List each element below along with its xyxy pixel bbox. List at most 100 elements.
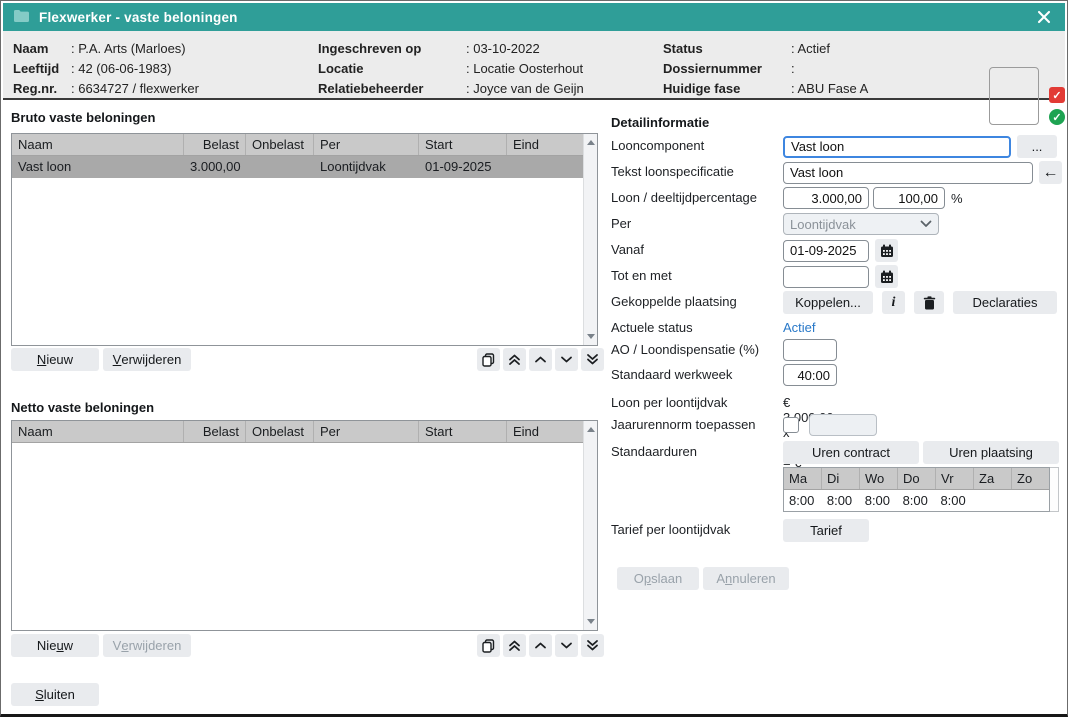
scroll-down-icon[interactable] xyxy=(587,619,595,624)
annuleren-button[interactable]: Annuleren xyxy=(703,567,789,590)
leeftijd-value: : 42 (06-06-1983) xyxy=(71,59,171,79)
hours-zo[interactable] xyxy=(1011,490,1049,511)
tot-en-met-label: Tot en met xyxy=(611,268,672,283)
per-select[interactable]: Loontijdvak xyxy=(783,213,939,235)
ao-loondispensatie-label: AO / Loondispensatie (%) xyxy=(611,342,759,357)
day-header-ma: Ma xyxy=(784,468,822,489)
netto-verwijderen-button[interactable]: Verwijderen xyxy=(103,634,191,657)
standaarduren-label: Standaarduren xyxy=(611,444,697,459)
info-column-person: Naam: P.A. Arts (Marloes) Leeftijd: 42 (… xyxy=(13,39,199,99)
uren-contract-button[interactable]: Uren contract xyxy=(783,441,919,464)
move-top-icon[interactable] xyxy=(503,634,526,657)
column-header-naam[interactable]: Naam xyxy=(12,134,184,155)
status-label: Status xyxy=(663,39,791,59)
column-header-start[interactable]: Start xyxy=(419,421,507,442)
jaarurennorm-checkbox[interactable] xyxy=(783,417,799,433)
vanaf-date-input[interactable] xyxy=(783,240,869,262)
ingeschreven-label: Ingeschreven op xyxy=(318,39,466,59)
standaard-werkweek-label: Standaard werkweek xyxy=(611,367,732,382)
column-header-belast[interactable]: Belast xyxy=(184,134,246,155)
looncomponent-input[interactable] xyxy=(783,136,1011,158)
relatiebeheerder-label: Relatiebeheerder xyxy=(318,79,466,99)
trash-icon xyxy=(923,296,936,310)
move-down-icon[interactable] xyxy=(555,634,578,657)
detail-section-title: Detailinformatie xyxy=(611,115,709,130)
tot-en-met-calendar-icon[interactable] xyxy=(875,265,898,288)
hours-di[interactable]: 8:00 xyxy=(822,490,860,511)
tekst-loonspecificatie-label: Tekst loonspecificatie xyxy=(611,164,734,179)
hours-vr[interactable]: 8:00 xyxy=(935,490,973,511)
scroll-down-icon[interactable] xyxy=(587,334,595,339)
netto-nieuw-button[interactable]: Nieuw xyxy=(11,634,99,657)
delete-koppeling-button[interactable] xyxy=(914,291,944,314)
window-title: Flexwerker - vaste beloningen xyxy=(39,10,238,25)
move-up-icon[interactable] xyxy=(529,634,552,657)
move-up-icon[interactable] xyxy=(529,348,552,371)
move-down-icon[interactable] xyxy=(555,348,578,371)
scroll-up-icon[interactable] xyxy=(587,140,595,145)
column-header-eind[interactable]: Eind xyxy=(507,421,583,442)
column-header-start[interactable]: Start xyxy=(419,134,507,155)
bruto-nieuw-button[interactable]: Nieuw xyxy=(11,348,99,371)
netto-table-scrollbar[interactable] xyxy=(583,421,597,630)
cell-start: 01-09-2025 xyxy=(419,156,507,178)
tekst-loonspecificatie-input[interactable] xyxy=(783,162,1033,184)
column-header-onbelast[interactable]: Onbelast xyxy=(246,134,314,155)
standaard-werkweek-input[interactable] xyxy=(783,364,837,386)
cell-naam: Vast loon xyxy=(12,156,184,178)
hours-za[interactable] xyxy=(973,490,1011,511)
uren-plaatsing-button[interactable]: Uren plaatsing xyxy=(923,441,1059,464)
photo-placeholder xyxy=(989,67,1039,125)
regnr-value: : 6634727 / flexwerker xyxy=(71,79,199,99)
vanaf-calendar-icon[interactable] xyxy=(875,239,898,262)
ingeschreven-value: : 03-10-2022 xyxy=(466,39,540,59)
looncomponent-label: Looncomponent xyxy=(611,138,704,153)
info-button[interactable]: i xyxy=(882,291,905,314)
hours-wo[interactable]: 8:00 xyxy=(860,490,898,511)
move-bottom-icon[interactable] xyxy=(581,634,604,657)
hours-do[interactable]: 8:00 xyxy=(898,490,936,511)
tot-en-met-date-input[interactable] xyxy=(783,266,869,288)
hours-ma[interactable]: 8:00 xyxy=(784,490,822,511)
column-header-per[interactable]: Per xyxy=(314,421,419,442)
netto-table-header: Naam Belast Onbelast Per Start Eind xyxy=(12,421,583,443)
looncomponent-browse-button[interactable]: ... xyxy=(1017,135,1057,158)
vanaf-label: Vanaf xyxy=(611,242,644,257)
bruto-verwijderen-button[interactable]: Verwijderen xyxy=(103,348,191,371)
netto-section-title: Netto vaste beloningen xyxy=(11,400,154,415)
declaraties-button[interactable]: Declaraties xyxy=(953,291,1057,314)
loon-amount-input[interactable] xyxy=(783,187,869,209)
day-header-za: Za xyxy=(974,468,1012,489)
scroll-up-icon[interactable] xyxy=(587,427,595,432)
copy-row-button[interactable] xyxy=(477,634,500,657)
relatiebeheerder-value: : Joyce van de Geijn xyxy=(466,79,584,99)
table-row[interactable]: Vast loon 3.000,00 Loontijdvak 01-09-202… xyxy=(12,156,583,178)
column-header-onbelast[interactable]: Onbelast xyxy=(246,421,314,442)
opslaan-button[interactable]: Opslaan xyxy=(617,567,699,590)
green-check-icon[interactable]: ✓ xyxy=(1049,109,1065,125)
copy-back-arrow-button[interactable]: ← xyxy=(1039,161,1062,184)
sluiten-button[interactable]: Sluiten xyxy=(11,683,99,706)
bruto-table: Naam Belast Onbelast Per Start Eind Vast… xyxy=(11,133,598,346)
cell-belast: 3.000,00 xyxy=(184,156,246,178)
tarief-button[interactable]: Tarief xyxy=(783,519,869,542)
move-top-icon[interactable] xyxy=(503,348,526,371)
column-header-naam[interactable]: Naam xyxy=(12,421,184,442)
week-grid-scrollbar[interactable] xyxy=(1050,467,1059,512)
deeltijd-percentage-input[interactable] xyxy=(873,187,945,209)
copy-row-button[interactable] xyxy=(477,348,500,371)
close-icon[interactable] xyxy=(1033,6,1055,28)
actuele-status-link[interactable]: Actief xyxy=(783,320,816,335)
column-header-per[interactable]: Per xyxy=(314,134,419,155)
cell-eind xyxy=(507,156,583,178)
ao-loondispensatie-input[interactable] xyxy=(783,339,837,361)
move-bottom-icon[interactable] xyxy=(581,348,604,371)
red-check-icon[interactable]: ✓ xyxy=(1049,87,1065,103)
locatie-label: Locatie xyxy=(318,59,466,79)
huidige-fase-label: Huidige fase xyxy=(663,79,791,99)
column-header-eind[interactable]: Eind xyxy=(507,134,583,155)
bruto-table-scrollbar[interactable] xyxy=(583,134,597,345)
column-header-belast[interactable]: Belast xyxy=(184,421,246,442)
koppelen-button[interactable]: Koppelen... xyxy=(783,291,873,314)
jaarurennorm-input[interactable] xyxy=(809,414,877,436)
